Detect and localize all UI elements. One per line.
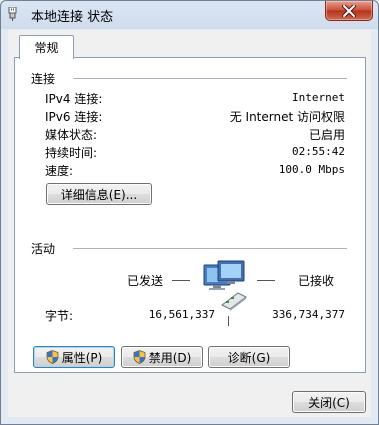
shield-icon: [46, 350, 59, 364]
duration-value: 02:55:42: [292, 145, 345, 158]
tab-label: 常规: [34, 41, 59, 55]
shield-icon: [133, 350, 146, 364]
bytes-divider-line: [228, 316, 229, 326]
tab-general[interactable]: 常规: [19, 35, 74, 59]
properties-button-label: 属性(P): [61, 350, 103, 365]
window-close-button[interactable]: [325, 1, 373, 21]
bytes-sent-value: 16,561,337: [148, 308, 215, 321]
ipv6-value: 无 Internet 访问权限: [229, 110, 345, 124]
received-connector-line: [257, 280, 275, 281]
activity-section-title: 活动: [31, 240, 62, 257]
duration-label: 持续时间:: [45, 146, 98, 160]
sent-label: 已发送: [127, 274, 164, 288]
media-state-label: 媒体状态:: [45, 128, 98, 142]
dialog-client-area: 常规 连接 IPv4 连接: Internet IPv6 连接: 无 Inter…: [8, 30, 371, 417]
disable-button[interactable]: 禁用(D): [121, 346, 203, 368]
properties-button[interactable]: 属性(P): [33, 346, 115, 368]
details-button[interactable]: 详细信息(E)...: [46, 183, 152, 205]
media-state-value: 已启用: [308, 128, 345, 142]
window-title: 本地连接 状态: [31, 10, 114, 25]
ipv4-label: IPv4 连接:: [45, 92, 103, 106]
speed-value: 100.0 Mbps: [278, 163, 345, 176]
ipv6-label: IPv6 连接:: [45, 110, 103, 124]
disable-button-label: 禁用(D): [148, 350, 192, 365]
network-adapter-icon: [8, 7, 17, 21]
sent-connector-line: [172, 280, 190, 281]
close-icon: [342, 4, 356, 17]
activity-divider: [73, 248, 347, 250]
received-label: 已接收: [298, 274, 335, 288]
status-dialog: 本地连接 状态 常规 连接 IPv4 连接: Internet IPv6 连接:…: [0, 0, 379, 425]
bytes-received-value: 336,734,377: [272, 308, 345, 321]
close-button[interactable]: 关闭(C): [292, 391, 366, 413]
tab-panel-general: 连接 IPv4 连接: Internet IPv6 连接: 无 Internet…: [14, 57, 366, 373]
ipv4-value: Internet: [292, 91, 345, 104]
connection-divider: [73, 78, 347, 80]
bytes-label: 字节:: [45, 309, 74, 323]
title-bar[interactable]: 本地连接 状态: [1, 1, 378, 28]
speed-label: 速度:: [45, 164, 74, 178]
connection-section-title: 连接: [31, 70, 62, 87]
network-computers-icon: [203, 260, 247, 311]
diagnose-button[interactable]: 诊断(G): [208, 346, 290, 368]
